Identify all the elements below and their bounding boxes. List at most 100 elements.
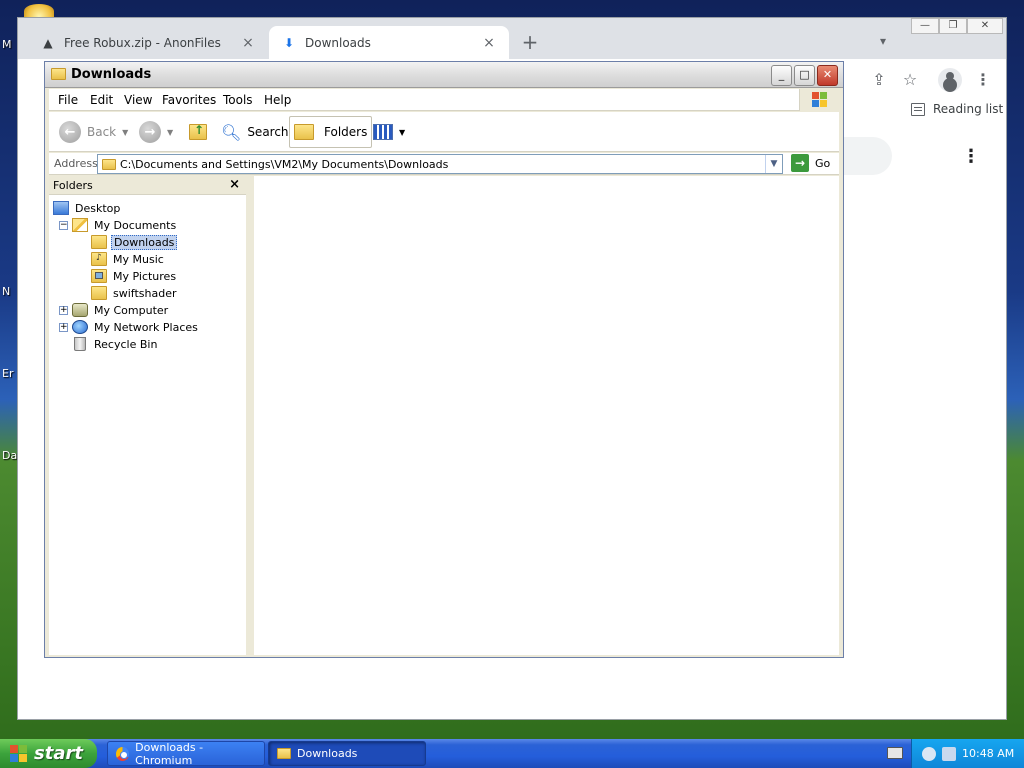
forward-button[interactable]: → ▼ <box>135 116 177 148</box>
menu-edit[interactable]: Edit <box>90 93 113 107</box>
tree-item-label: My Documents <box>94 218 177 232</box>
collapse-icon[interactable]: − <box>59 221 68 230</box>
go-arrow-icon: → <box>791 154 809 172</box>
security-shield-icon[interactable] <box>922 746 936 761</box>
folders-pane-close-icon[interactable]: × <box>229 177 240 192</box>
volume-icon[interactable] <box>942 746 956 761</box>
folders-pane-title: Folders <box>53 179 93 192</box>
taskbar-button-downloads[interactable]: Downloads <box>268 741 426 766</box>
downloads-more-icon[interactable]: ⋮ <box>962 148 980 166</box>
up-folder-icon: ↑ <box>189 123 207 140</box>
start-button[interactable]: start <box>0 739 97 768</box>
start-label: start <box>34 743 83 764</box>
taskbar-button-label: Downloads - Chromium <box>135 740 204 767</box>
tab-strip: ▲ Free Robux.zip - AnonFiles × ⬇ Downloa… <box>18 18 1006 59</box>
address-input[interactable]: C:\Documents and Settings\VM2\My Documen… <box>97 154 783 174</box>
tree-item-my-computer[interactable]: My Computer <box>72 302 170 318</box>
desktop-label-network[interactable]: N <box>2 285 10 298</box>
desktop-label-my-documents[interactable]: M <box>2 38 12 51</box>
window-title: Downloads <box>71 67 152 82</box>
tab-downloads[interactable]: ⬇ Downloads × <box>269 26 509 59</box>
tree-item-my-pictures[interactable]: My Pictures <box>91 268 178 284</box>
expand-icon[interactable]: + <box>59 323 68 332</box>
more-menu-icon[interactable]: ⋮ <box>973 70 993 90</box>
tree-item-label: My Pictures <box>113 269 177 283</box>
folder-contents-pane[interactable] <box>254 176 839 655</box>
address-value: C:\Documents and Settings\VM2\My Documen… <box>120 157 449 171</box>
new-tab-button[interactable]: + <box>520 32 540 52</box>
menu-tools[interactable]: Tools <box>223 93 253 107</box>
back-button[interactable]: ← Back ▼ <box>55 116 132 148</box>
explorer-maximize-button[interactable]: □ <box>794 65 815 86</box>
tab-close-icon[interactable]: × <box>481 35 497 51</box>
forward-dropdown-icon[interactable]: ▼ <box>167 128 173 137</box>
explorer-titlebar[interactable]: Downloads _ □ ✕ <box>45 62 843 88</box>
tree-item-swiftshader[interactable]: swiftshader <box>91 285 179 301</box>
my-music-folder-icon: ♪ <box>91 252 107 266</box>
tree-item-downloads[interactable]: Downloads <box>91 234 178 250</box>
keyboard-icon[interactable] <box>887 747 903 759</box>
search-button[interactable]: 🔍︎ Search <box>217 116 293 148</box>
back-arrow-icon: ← <box>59 121 81 143</box>
chromium-icon <box>116 746 130 761</box>
restore-button[interactable]: ❐ <box>939 18 967 34</box>
close-button[interactable]: ✕ <box>967 18 1003 34</box>
clock[interactable]: 10:48 AM <box>962 747 1014 760</box>
tab-search-icon[interactable]: ▾ <box>880 34 886 48</box>
download-icon: ⬇ <box>283 35 295 50</box>
go-label: Go <box>815 156 831 170</box>
tree-item-recycle-bin[interactable]: Recycle Bin <box>72 336 159 352</box>
views-button[interactable]: ▼ <box>369 116 409 148</box>
folders-button[interactable]: Folders <box>289 116 373 148</box>
tab-close-icon[interactable]: × <box>240 35 256 51</box>
tree-item-label: My Music <box>113 252 164 266</box>
tab-title: Downloads <box>305 35 371 50</box>
menu-view[interactable]: View <box>124 93 152 107</box>
standard-toolbar: ← Back ▼ → ▼ ↑ 🔍︎ Search Folders ▼ <box>49 112 839 152</box>
network-places-icon <box>72 320 88 334</box>
address-bar: Address C:\Documents and Settings\VM2\My… <box>49 153 839 175</box>
expand-icon[interactable]: + <box>59 306 68 315</box>
explorer-close-button[interactable]: ✕ <box>817 65 838 86</box>
folder-icon <box>277 748 291 759</box>
folders-pane: Folders × Desktop − My Documents Downloa… <box>49 176 250 655</box>
up-folder-button[interactable]: ↑ <box>185 116 215 148</box>
tree-item-label: Recycle Bin <box>94 337 158 351</box>
tree-item-my-network-places[interactable]: My Network Places <box>72 319 200 335</box>
tree-item-label: My Network Places <box>94 320 198 334</box>
desktop-icon-partial[interactable] <box>24 4 54 18</box>
back-dropdown-icon[interactable]: ▼ <box>122 128 128 137</box>
windows-logo-icon <box>799 89 839 111</box>
recycle-bin-icon <box>74 337 86 351</box>
anonfiles-favicon: ▲ <box>43 35 53 50</box>
tab-title: Free Robux.zip - AnonFiles <box>64 35 221 50</box>
folder-icon <box>91 286 107 300</box>
desktop-label-da[interactable]: Da <box>2 449 17 462</box>
explorer-minimize-button[interactable]: _ <box>771 65 792 86</box>
menu-file[interactable]: File <box>58 93 78 107</box>
folders-pane-header: Folders × <box>49 176 246 195</box>
explorer-window: Downloads _ □ ✕ File Edit View Favorites… <box>44 61 844 658</box>
tab-free-robux[interactable]: ▲ Free Robux.zip - AnonFiles × <box>28 26 268 59</box>
minimize-button[interactable]: — <box>911 18 939 34</box>
go-button[interactable]: → Go <box>791 154 830 172</box>
address-dropdown-icon[interactable]: ▼ <box>765 155 782 173</box>
system-tray: 10:48 AM <box>911 739 1024 768</box>
bookmark-star-icon[interactable]: ☆ <box>900 70 920 90</box>
profile-avatar-icon[interactable] <box>938 68 962 92</box>
desktop-label-er[interactable]: Er <box>2 367 13 380</box>
taskbar-button-chromium[interactable]: Downloads - Chromium <box>107 740 265 767</box>
menu-favorites[interactable]: Favorites <box>162 93 216 107</box>
reading-list-button[interactable]: Reading list <box>911 102 1003 116</box>
folder-icon <box>91 235 107 249</box>
my-documents-icon <box>72 218 88 232</box>
forward-arrow-icon: → <box>139 121 161 143</box>
folder-icon <box>102 158 116 170</box>
tree-item-label: My Computer <box>94 303 169 317</box>
tree-item-desktop[interactable]: Desktop <box>53 200 122 216</box>
tree-item-my-music[interactable]: ♪ My Music <box>91 251 166 267</box>
reading-list-icon <box>911 102 925 116</box>
share-icon[interactable]: ⇪ <box>869 70 889 90</box>
tree-item-my-documents[interactable]: My Documents <box>72 217 178 233</box>
menu-help[interactable]: Help <box>264 93 291 107</box>
